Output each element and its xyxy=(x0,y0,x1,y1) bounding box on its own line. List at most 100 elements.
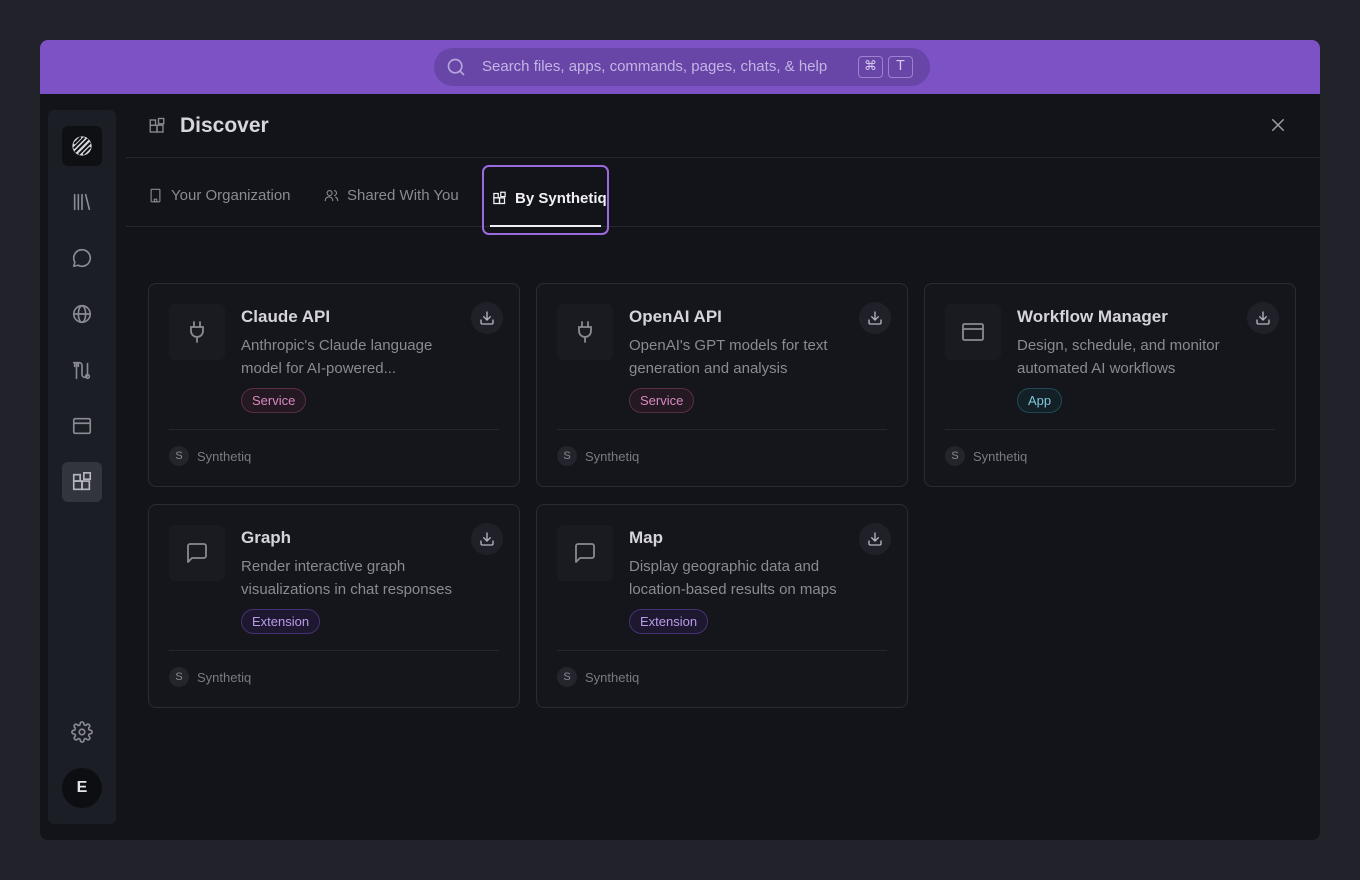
top-bar: Search files, apps, commands, pages, cha… xyxy=(40,40,1320,94)
card-publisher: S Synthetiq xyxy=(945,446,1027,466)
card-description: Design, schedule, and monitor automated … xyxy=(1017,337,1220,377)
publisher-name: Synthetiq xyxy=(197,669,252,685)
install-button[interactable] xyxy=(859,302,891,334)
card-publisher: S Synthetiq xyxy=(557,446,639,466)
type-badge: Extension xyxy=(241,609,321,634)
card-workflow-manager[interactable]: Workflow Manager Design, schedule, and m… xyxy=(924,283,1296,487)
publisher-avatar: S xyxy=(557,667,577,687)
panel-header: Discover xyxy=(126,94,1320,158)
card-title: Workflow Manager xyxy=(1017,307,1168,326)
users-icon xyxy=(324,189,339,201)
install-button[interactable] xyxy=(859,523,891,555)
plug-icon xyxy=(190,321,204,343)
card-title: Graph xyxy=(241,528,292,547)
publisher-name: Synthetiq xyxy=(585,669,640,685)
card-description: OpenAI's GPT models for text generation … xyxy=(629,337,828,377)
type-badge: Extension xyxy=(629,609,709,634)
shortcut-key-t: T xyxy=(888,56,913,78)
publisher-name: Synthetiq xyxy=(973,448,1028,464)
sidebar-item-globe[interactable] xyxy=(62,294,102,334)
card-title: Claude API xyxy=(241,307,331,326)
blocks-icon xyxy=(72,472,92,491)
tab-label: By Synthetiq xyxy=(515,189,607,207)
blocks-icon xyxy=(493,191,506,204)
card-icon-box xyxy=(557,525,613,581)
app-window: Search files, apps, commands, pages, cha… xyxy=(40,40,1320,840)
download-icon xyxy=(480,311,494,325)
sidebar-item-workflows[interactable] xyxy=(62,350,102,390)
sidebar-item-apps[interactable] xyxy=(62,406,102,446)
logo-stripes-icon xyxy=(72,136,92,156)
publisher-avatar: S xyxy=(945,446,965,466)
building-icon xyxy=(150,188,161,202)
card-claude-api[interactable]: Claude API Anthropic's Claude language m… xyxy=(148,283,520,487)
download-icon xyxy=(1256,311,1270,325)
chat-icon xyxy=(72,248,92,268)
globe-icon xyxy=(72,304,92,324)
publisher-name: Synthetiq xyxy=(585,448,640,464)
publisher-avatar: S xyxy=(169,667,189,687)
card-title: OpenAI API xyxy=(629,307,722,326)
card-title: Map xyxy=(629,528,663,547)
message-square-icon xyxy=(575,543,595,563)
tab-label: Shared With You xyxy=(347,186,459,204)
gear-icon xyxy=(71,721,93,743)
shortcut-key-cmd: ⌘ xyxy=(858,56,883,78)
publisher-name: Synthetiq xyxy=(197,448,252,464)
card-icon-box xyxy=(169,525,225,581)
card-publisher: S Synthetiq xyxy=(557,667,639,687)
tab-label: Your Organization xyxy=(171,186,291,204)
sidebar-item-logo[interactable] xyxy=(62,126,102,166)
divider xyxy=(557,429,887,430)
download-icon xyxy=(480,532,494,546)
page-title: Discover xyxy=(180,114,269,137)
type-badge: Service xyxy=(629,388,695,413)
download-icon xyxy=(868,311,882,325)
tab-your-organization[interactable]: Your Organization xyxy=(148,184,291,206)
divider xyxy=(945,429,1275,430)
tab-bar: Your Organization Shared With You By Syn… xyxy=(126,158,1320,235)
download-icon xyxy=(868,532,882,546)
search-bar[interactable]: Search files, apps, commands, pages, cha… xyxy=(434,48,930,86)
card-publisher: S Synthetiq xyxy=(169,667,251,687)
card-publisher: S Synthetiq xyxy=(169,446,251,466)
publisher-avatar: S xyxy=(169,446,189,466)
install-button[interactable] xyxy=(471,302,503,334)
window-icon xyxy=(962,323,984,341)
publisher-avatar: S xyxy=(557,446,577,466)
plug-icon xyxy=(578,321,592,343)
search-input[interactable]: Search files, apps, commands, pages, cha… xyxy=(482,58,827,75)
install-button[interactable] xyxy=(1247,302,1279,334)
card-icon-box xyxy=(169,304,225,360)
user-avatar[interactable]: E xyxy=(62,768,102,808)
card-description: Display geographic data and location-bas… xyxy=(629,558,837,598)
card-description: Anthropic's Claude language model for AI… xyxy=(241,337,433,377)
search-icon xyxy=(447,58,465,76)
tab-shared-with-you[interactable]: Shared With You xyxy=(324,184,459,206)
tab-by-synthetiq[interactable]: By Synthetiq xyxy=(482,165,609,235)
divider xyxy=(557,650,887,651)
discover-panel: Discover Your Organization Shared With Y… xyxy=(126,94,1320,840)
sidebar-item-discover[interactable] xyxy=(62,462,102,502)
sidebar-item-library[interactable] xyxy=(62,182,102,222)
divider xyxy=(169,650,499,651)
card-icon-box xyxy=(557,304,613,360)
card-graph[interactable]: Graph Render interactive graph visualiza… xyxy=(148,504,520,708)
library-icon xyxy=(73,193,91,211)
route-icon xyxy=(72,361,91,380)
message-square-icon xyxy=(187,543,207,563)
divider xyxy=(169,429,499,430)
close-icon[interactable] xyxy=(1269,116,1287,134)
install-button[interactable] xyxy=(471,523,503,555)
settings-button[interactable] xyxy=(62,712,102,752)
card-icon-box xyxy=(945,304,1001,360)
card-map[interactable]: Map Display geographic data and location… xyxy=(536,504,908,708)
sidebar-item-chat[interactable] xyxy=(62,238,102,278)
window-icon xyxy=(72,417,92,435)
card-description: Render interactive graph visualizations … xyxy=(241,558,452,598)
type-badge: App xyxy=(1017,388,1063,413)
sidebar: E xyxy=(48,110,116,824)
type-badge: Service xyxy=(241,388,307,413)
card-openai-api[interactable]: OpenAI API OpenAI's GPT models for text … xyxy=(536,283,908,487)
blocks-icon xyxy=(149,117,165,133)
